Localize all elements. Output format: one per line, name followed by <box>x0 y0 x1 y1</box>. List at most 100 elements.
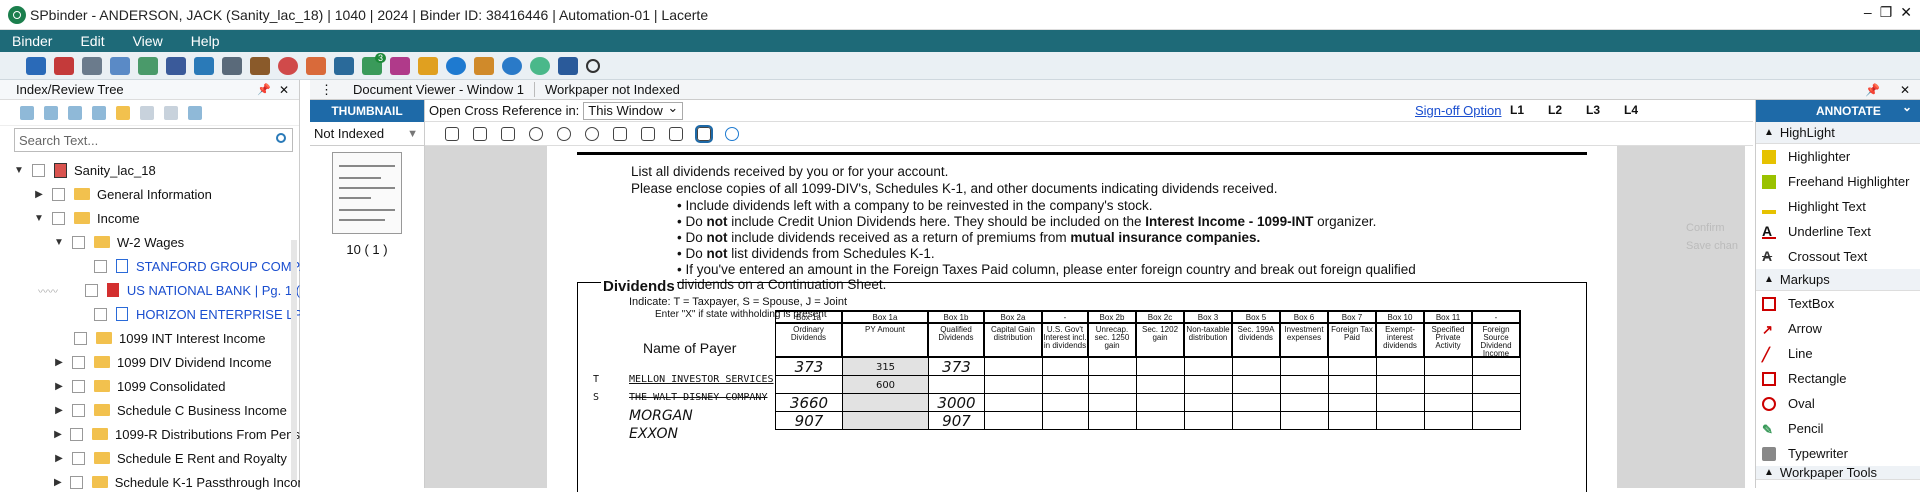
search-input[interactable]: Search Text... <box>14 128 293 152</box>
save-icon[interactable] <box>26 56 46 75</box>
search-icon[interactable] <box>276 133 286 143</box>
markups-section[interactable]: ▲ Markups <box>1756 269 1920 291</box>
tree-item-horizon[interactable]: HORIZON ENTERPRISE LP <box>0 302 300 326</box>
expand-icon[interactable]: ▶ <box>54 381 64 392</box>
pdf-icon[interactable] <box>54 56 74 75</box>
xref-select[interactable]: This Window <box>583 100 684 120</box>
tree-item-general-info[interactable]: ▶ General Information <box>0 182 300 206</box>
checkbox[interactable] <box>72 403 85 417</box>
restore-button[interactable]: ❐ <box>1880 4 1893 21</box>
checkbox[interactable] <box>70 427 84 441</box>
person-icon[interactable] <box>474 56 494 75</box>
close-icon[interactable]: ✕ <box>279 83 289 97</box>
book-icon[interactable] <box>166 56 186 75</box>
lock-icon[interactable] <box>418 56 438 75</box>
checkbox[interactable] <box>72 379 85 393</box>
fit-page-icon[interactable] <box>501 126 515 141</box>
edit-icon[interactable] <box>92 105 106 120</box>
level-l4[interactable]: L4 <box>1624 103 1638 117</box>
tree-item-sche[interactable]: ▶ Schedule E Rent and Royalty <box>0 446 300 470</box>
checkbox[interactable] <box>32 163 45 177</box>
search-icon[interactable] <box>586 58 600 73</box>
checkbox[interactable] <box>84 283 98 297</box>
tab-document-viewer[interactable]: Document Viewer - Window 1 <box>343 82 534 97</box>
filter-icon[interactable]: ▼ <box>407 128 418 140</box>
collapse-icon[interactable]: ▼ <box>14 165 24 176</box>
level-l2[interactable]: L2 <box>1548 103 1562 117</box>
tree-scrollbar[interactable] <box>291 240 297 480</box>
annotate-header[interactable]: ANNOTATE <box>1756 100 1920 122</box>
tool-pencil[interactable]: ✎ Pencil <box>1756 416 1920 441</box>
grid-icon[interactable] <box>558 56 578 75</box>
list-icon[interactable] <box>669 126 683 141</box>
info-icon[interactable] <box>725 126 739 141</box>
globe-icon[interactable] <box>278 56 298 75</box>
expand-icon[interactable]: ▶ <box>54 477 62 488</box>
tool-underline-text[interactable]: A Underline Text <box>1756 219 1920 244</box>
tree-item-w2[interactable]: ▼ W-2 Wages <box>0 230 300 254</box>
signoff-link[interactable]: Sign-off Option <box>1415 103 1501 118</box>
menu-help[interactable]: Help <box>191 33 220 49</box>
tree-item-sanity[interactable]: ▼ Sanity_lac_18 <box>0 158 300 182</box>
close-icon[interactable]: ✕ <box>1890 83 1920 97</box>
page-thumbnail[interactable] <box>332 152 402 234</box>
rotate-icon[interactable] <box>445 126 459 141</box>
rotate-right-icon[interactable] <box>557 126 571 141</box>
tree-item-1099r[interactable]: ▶ 1099-R Distributions From Pens <box>0 422 300 446</box>
calendar-icon[interactable] <box>306 56 326 75</box>
highlight-section[interactable]: ▲ HighLight <box>1756 122 1920 144</box>
pin-icon[interactable]: 📌 <box>1855 83 1890 97</box>
checkbox[interactable] <box>72 355 85 369</box>
minimize-button[interactable]: – <box>1864 4 1872 21</box>
pin-icon[interactable]: 📌 <box>257 83 271 96</box>
tool-textbox[interactable]: TextBox <box>1756 291 1920 316</box>
checkbox[interactable] <box>94 259 107 273</box>
move-down-icon[interactable] <box>164 105 178 120</box>
checkbox[interactable] <box>69 475 83 489</box>
level-l1[interactable]: L1 <box>1510 103 1524 117</box>
tool-highlight-text[interactable]: Highlight Text <box>1756 194 1920 219</box>
level-l3[interactable]: L3 <box>1586 103 1600 117</box>
export-icon[interactable] <box>110 56 130 75</box>
workpaper-tools-section[interactable]: ▲ Workpaper Tools <box>1756 466 1920 480</box>
add-icon[interactable] <box>20 105 34 120</box>
close-button[interactable]: ✕ <box>1900 4 1912 21</box>
android-icon[interactable] <box>530 56 550 75</box>
tool-typewriter[interactable]: Typewriter <box>1756 441 1920 466</box>
tool-arrow[interactable]: ↗ Arrow <box>1756 316 1920 341</box>
checkbox[interactable] <box>72 235 85 249</box>
remove-icon[interactable] <box>68 105 82 120</box>
tax-icon[interactable] <box>334 56 354 75</box>
tree-item-1099cons[interactable]: ▶ 1099 Consolidated <box>0 374 300 398</box>
tool-freehand-highlighter[interactable]: Freehand Highlighter <box>1756 169 1920 194</box>
tree-item-1099div[interactable]: ▶ 1099 DIV Dividend Income <box>0 350 300 374</box>
settings-icon[interactable] <box>222 56 242 75</box>
tree-item-stanford[interactable]: STANFORD GROUP COMPAN <box>0 254 300 278</box>
print-icon[interactable] <box>82 56 102 75</box>
menu-edit[interactable]: Edit <box>80 33 104 49</box>
tree-tool-icon[interactable] <box>44 105 58 120</box>
sync-icon[interactable] <box>390 56 410 75</box>
text-select-icon[interactable] <box>641 126 655 141</box>
move-up-icon[interactable] <box>140 105 154 120</box>
thumbnail-filter[interactable]: Not Indexed ▼ <box>310 122 424 146</box>
tree-item-us-bank[interactable]: 〰〰 US NATIONAL BANK | Pg. 1 ( <box>0 278 300 302</box>
pointer-icon[interactable] <box>695 124 713 143</box>
checkbox[interactable] <box>94 307 107 321</box>
info-icon[interactable] <box>502 56 522 75</box>
refresh-icon[interactable] <box>585 126 599 141</box>
folders-icon[interactable] <box>194 56 214 75</box>
tree-item-1099int[interactable]: 1099 INT Interest Income <box>0 326 300 350</box>
checkbox[interactable] <box>52 187 65 201</box>
rotate-left-icon[interactable] <box>529 126 543 141</box>
tree-item-schc[interactable]: ▶ Schedule C Business Income <box>0 398 300 422</box>
tool-highlighter[interactable]: Highlighter <box>1756 144 1920 169</box>
tool-line[interactable]: ╱ Line <box>1756 341 1920 366</box>
tool-rectangle[interactable]: Rectangle <box>1756 366 1920 391</box>
expand-icon[interactable]: ▶ <box>54 405 64 416</box>
fit-width-icon[interactable] <box>473 126 487 141</box>
users-icon[interactable]: 3 <box>362 52 386 75</box>
drag-handle-icon[interactable]: ⋮ <box>310 82 343 98</box>
collapse-icon[interactable]: ▼ <box>34 213 44 224</box>
expand-icon[interactable]: ▶ <box>54 429 62 440</box>
